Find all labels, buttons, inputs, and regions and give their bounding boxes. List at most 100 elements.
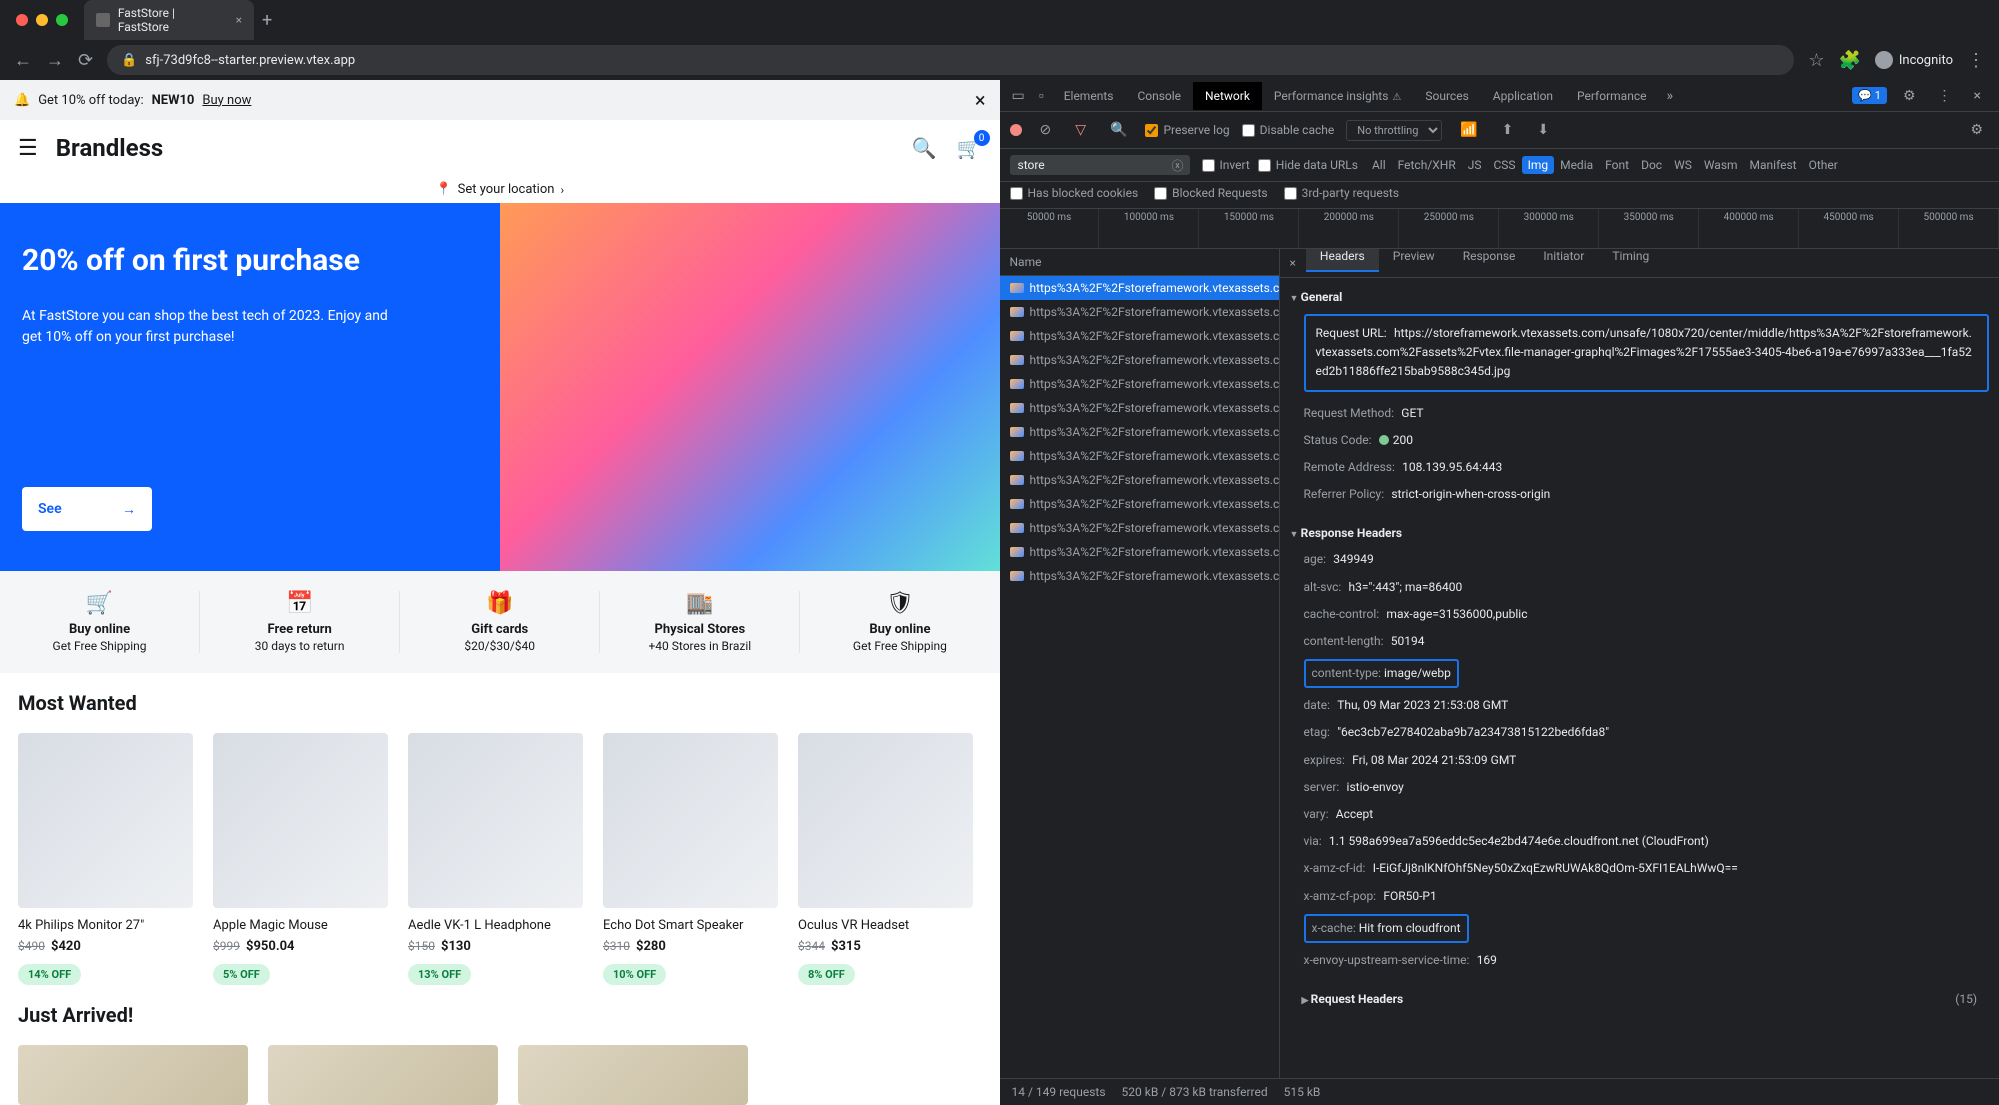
back-button[interactable]: ← bbox=[14, 50, 32, 71]
type-filter-js[interactable]: JS bbox=[1462, 156, 1488, 174]
third-party-check[interactable]: 3rd-party requests bbox=[1284, 186, 1399, 200]
type-filter-media[interactable]: Media bbox=[1554, 156, 1599, 174]
type-filter-all[interactable]: All bbox=[1366, 156, 1392, 174]
issues-badge[interactable]: 💬 1 bbox=[1852, 87, 1887, 104]
network-request-row[interactable]: https%3A%2F%2Fstoreframework.vtexassets.… bbox=[1000, 492, 1279, 516]
extensions-icon[interactable]: 🧩 bbox=[1838, 50, 1860, 71]
brand-logo[interactable]: Brandless bbox=[56, 134, 164, 162]
arrow-right-icon: → bbox=[122, 501, 136, 518]
product-card[interactable]: 4k Philips Monitor 27" $490$420 14% OFF bbox=[18, 733, 193, 985]
type-filter-manifest[interactable]: Manifest bbox=[1744, 156, 1803, 174]
wifi-icon[interactable]: 📶 bbox=[1454, 118, 1483, 142]
network-request-row[interactable]: https%3A%2F%2Fstoreframework.vtexassets.… bbox=[1000, 276, 1279, 300]
network-request-row[interactable]: https%3A%2F%2Fstoreframework.vtexassets.… bbox=[1000, 300, 1279, 324]
network-request-row[interactable]: https%3A%2F%2Fstoreframework.vtexassets.… bbox=[1000, 516, 1279, 540]
general-section[interactable]: General bbox=[1290, 284, 1990, 310]
browser-menu-icon[interactable]: ⋮ bbox=[1967, 50, 1985, 71]
devtools-tab-console[interactable]: Console bbox=[1125, 82, 1193, 110]
arrival-image[interactable] bbox=[268, 1045, 498, 1105]
invert-check[interactable]: Invert bbox=[1202, 158, 1250, 172]
detail-tab-response[interactable]: Response bbox=[1449, 249, 1530, 270]
promo-close-icon[interactable]: × bbox=[975, 88, 986, 112]
devtools-tab-application[interactable]: Application bbox=[1481, 82, 1565, 110]
type-filter-css[interactable]: CSS bbox=[1488, 156, 1522, 174]
bookmark-icon[interactable]: ☆ bbox=[1808, 50, 1824, 71]
more-tabs-icon[interactable]: » bbox=[1660, 84, 1679, 108]
clear-icon[interactable]: ⊘ bbox=[1034, 118, 1058, 142]
detail-tab-preview[interactable]: Preview bbox=[1379, 249, 1449, 270]
type-filter-other[interactable]: Other bbox=[1803, 156, 1844, 174]
devtools-close-icon[interactable]: × bbox=[1968, 84, 1987, 108]
address-bar[interactable]: 🔒 sfj-73d9fc8--starter.preview.vtex.app bbox=[107, 45, 1794, 75]
product-card[interactable]: Apple Magic Mouse $999$950.04 5% OFF bbox=[213, 733, 388, 985]
arrival-image[interactable] bbox=[518, 1045, 748, 1105]
search-icon[interactable]: 🔍 bbox=[912, 136, 937, 160]
clear-filter-icon[interactable]: ⓧ bbox=[1172, 157, 1184, 174]
product-card[interactable]: Oculus VR Headset $344$315 8% OFF bbox=[798, 733, 973, 985]
product-image bbox=[213, 733, 388, 908]
window-close[interactable] bbox=[16, 14, 28, 26]
network-request-row[interactable]: https%3A%2F%2Fstoreframework.vtexassets.… bbox=[1000, 564, 1279, 588]
close-detail-icon[interactable]: × bbox=[1280, 249, 1306, 277]
network-request-row[interactable]: https%3A%2F%2Fstoreframework.vtexassets.… bbox=[1000, 324, 1279, 348]
menu-icon[interactable]: ☰ bbox=[18, 136, 38, 161]
preserve-log-check[interactable]: Preserve log bbox=[1145, 123, 1229, 137]
new-tab-button[interactable]: + bbox=[262, 10, 272, 31]
product-card[interactable]: Echo Dot Smart Speaker $310$280 10% OFF bbox=[603, 733, 778, 985]
devtools-tab-sources[interactable]: Sources bbox=[1413, 82, 1480, 110]
window-zoom[interactable] bbox=[56, 14, 68, 26]
location-bar[interactable]: 📍 Set your location › bbox=[0, 176, 1000, 203]
network-settings-icon[interactable]: ⚙ bbox=[1964, 118, 1989, 142]
detail-tab-timing[interactable]: Timing bbox=[1598, 249, 1663, 270]
filter-icon[interactable]: ▽ bbox=[1069, 118, 1092, 142]
search-icon[interactable]: 🔍 bbox=[1104, 118, 1133, 142]
throttling-select[interactable]: No throttling bbox=[1346, 120, 1442, 141]
hide-dataurl-check[interactable]: Hide data URLs bbox=[1258, 158, 1358, 172]
devtools-tab-network[interactable]: Network bbox=[1193, 82, 1262, 110]
detail-tab-headers[interactable]: Headers bbox=[1306, 249, 1379, 272]
devtools-tab-elements[interactable]: Elements bbox=[1052, 82, 1126, 110]
product-image bbox=[603, 733, 778, 908]
forward-button[interactable]: → bbox=[46, 50, 64, 71]
type-filter-ws[interactable]: WS bbox=[1668, 156, 1698, 174]
type-filter-doc[interactable]: Doc bbox=[1635, 156, 1668, 174]
network-timeline[interactable]: 50000 ms100000 ms150000 ms200000 ms25000… bbox=[1000, 209, 1999, 249]
window-minimize[interactable] bbox=[36, 14, 48, 26]
cart-button[interactable]: 🛒 0 bbox=[957, 136, 982, 160]
reload-button[interactable]: ⟳ bbox=[78, 50, 93, 71]
devtools-tab-performance[interactable]: Performance bbox=[1565, 82, 1658, 110]
type-filter-wasm[interactable]: Wasm bbox=[1698, 156, 1744, 174]
inspect-icon[interactable]: ▭ bbox=[1006, 84, 1031, 108]
blocked-cookies-check[interactable]: Has blocked cookies bbox=[1010, 186, 1139, 200]
download-icon[interactable]: ⬇ bbox=[1531, 118, 1555, 142]
response-headers-section[interactable]: Response Headers bbox=[1290, 520, 1990, 546]
upload-icon[interactable]: ⬆ bbox=[1496, 118, 1520, 142]
network-request-row[interactable]: https%3A%2F%2Fstoreframework.vtexassets.… bbox=[1000, 540, 1279, 564]
product-card[interactable]: Aedle VK-1 L Headphone $150$130 13% OFF bbox=[408, 733, 583, 985]
network-request-row[interactable]: https%3A%2F%2Fstoreframework.vtexassets.… bbox=[1000, 420, 1279, 444]
blocked-requests-check[interactable]: Blocked Requests bbox=[1154, 186, 1267, 200]
type-filter-fetch/xhr[interactable]: Fetch/XHR bbox=[1392, 156, 1462, 174]
network-request-row[interactable]: https%3A%2F%2Fstoreframework.vtexassets.… bbox=[1000, 372, 1279, 396]
promo-link[interactable]: Buy now bbox=[202, 93, 251, 108]
settings-icon[interactable]: ⚙ bbox=[1897, 84, 1922, 108]
devtools-menu-icon[interactable]: ⋮ bbox=[1932, 84, 1958, 108]
network-request-row[interactable]: https%3A%2F%2Fstoreframework.vtexassets.… bbox=[1000, 396, 1279, 420]
network-request-row[interactable]: https%3A%2F%2Fstoreframework.vtexassets.… bbox=[1000, 468, 1279, 492]
detail-tab-initiator[interactable]: Initiator bbox=[1529, 249, 1598, 270]
devtools-tab-performance-insights[interactable]: Performance insights bbox=[1262, 82, 1413, 110]
tab-close-icon[interactable]: × bbox=[236, 13, 242, 27]
request-headers-section[interactable]: Request Headers bbox=[1302, 992, 1404, 1006]
network-request-row[interactable]: https%3A%2F%2Fstoreframework.vtexassets.… bbox=[1000, 444, 1279, 468]
hero-see-button[interactable]: See → bbox=[22, 487, 152, 531]
device-icon[interactable]: ▫ bbox=[1033, 83, 1050, 108]
browser-tab[interactable]: FastStore | FastStore × bbox=[84, 0, 254, 40]
type-filter-img[interactable]: Img bbox=[1522, 156, 1555, 174]
type-filter-font[interactable]: Font bbox=[1599, 156, 1635, 174]
filter-input[interactable] bbox=[1010, 155, 1190, 175]
network-request-row[interactable]: https%3A%2F%2Fstoreframework.vtexassets.… bbox=[1000, 348, 1279, 372]
name-column-header[interactable]: Name bbox=[1000, 249, 1279, 276]
record-button[interactable] bbox=[1010, 124, 1022, 136]
arrival-image[interactable] bbox=[18, 1045, 248, 1105]
disable-cache-check[interactable]: Disable cache bbox=[1242, 123, 1335, 137]
